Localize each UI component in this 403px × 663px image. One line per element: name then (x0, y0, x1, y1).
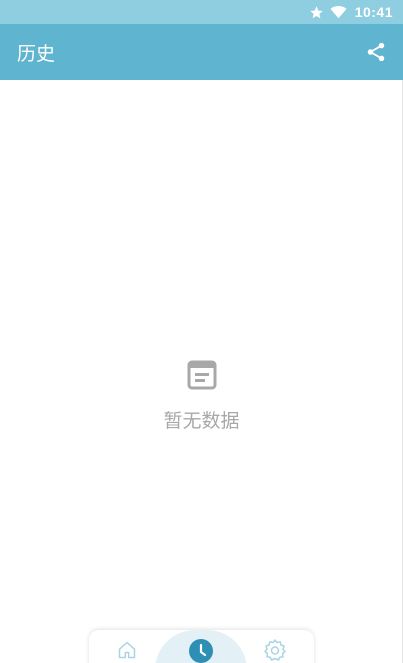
share-button[interactable] (363, 39, 389, 65)
nav-item-home[interactable] (107, 630, 147, 663)
app-bar: 历史 (0, 24, 403, 80)
wifi-icon (330, 5, 347, 19)
star-icon (309, 5, 324, 20)
status-bar: 10:41 (0, 0, 403, 24)
share-icon (367, 42, 385, 62)
empty-state-text: 暂无数据 (163, 410, 240, 432)
page-title: 历史 (17, 42, 56, 65)
nav-item-history[interactable] (155, 630, 247, 663)
status-time: 10:41 (354, 4, 393, 20)
bottom-nav (89, 630, 314, 663)
home-icon (118, 641, 136, 659)
settings-icon (264, 639, 286, 661)
history-screen: 10:41 历史 暂无数据 (0, 0, 403, 663)
document-icon (187, 360, 217, 394)
nav-item-settings[interactable] (255, 630, 295, 663)
empty-state: 暂无数据 (0, 360, 403, 433)
history-icon (189, 639, 213, 663)
